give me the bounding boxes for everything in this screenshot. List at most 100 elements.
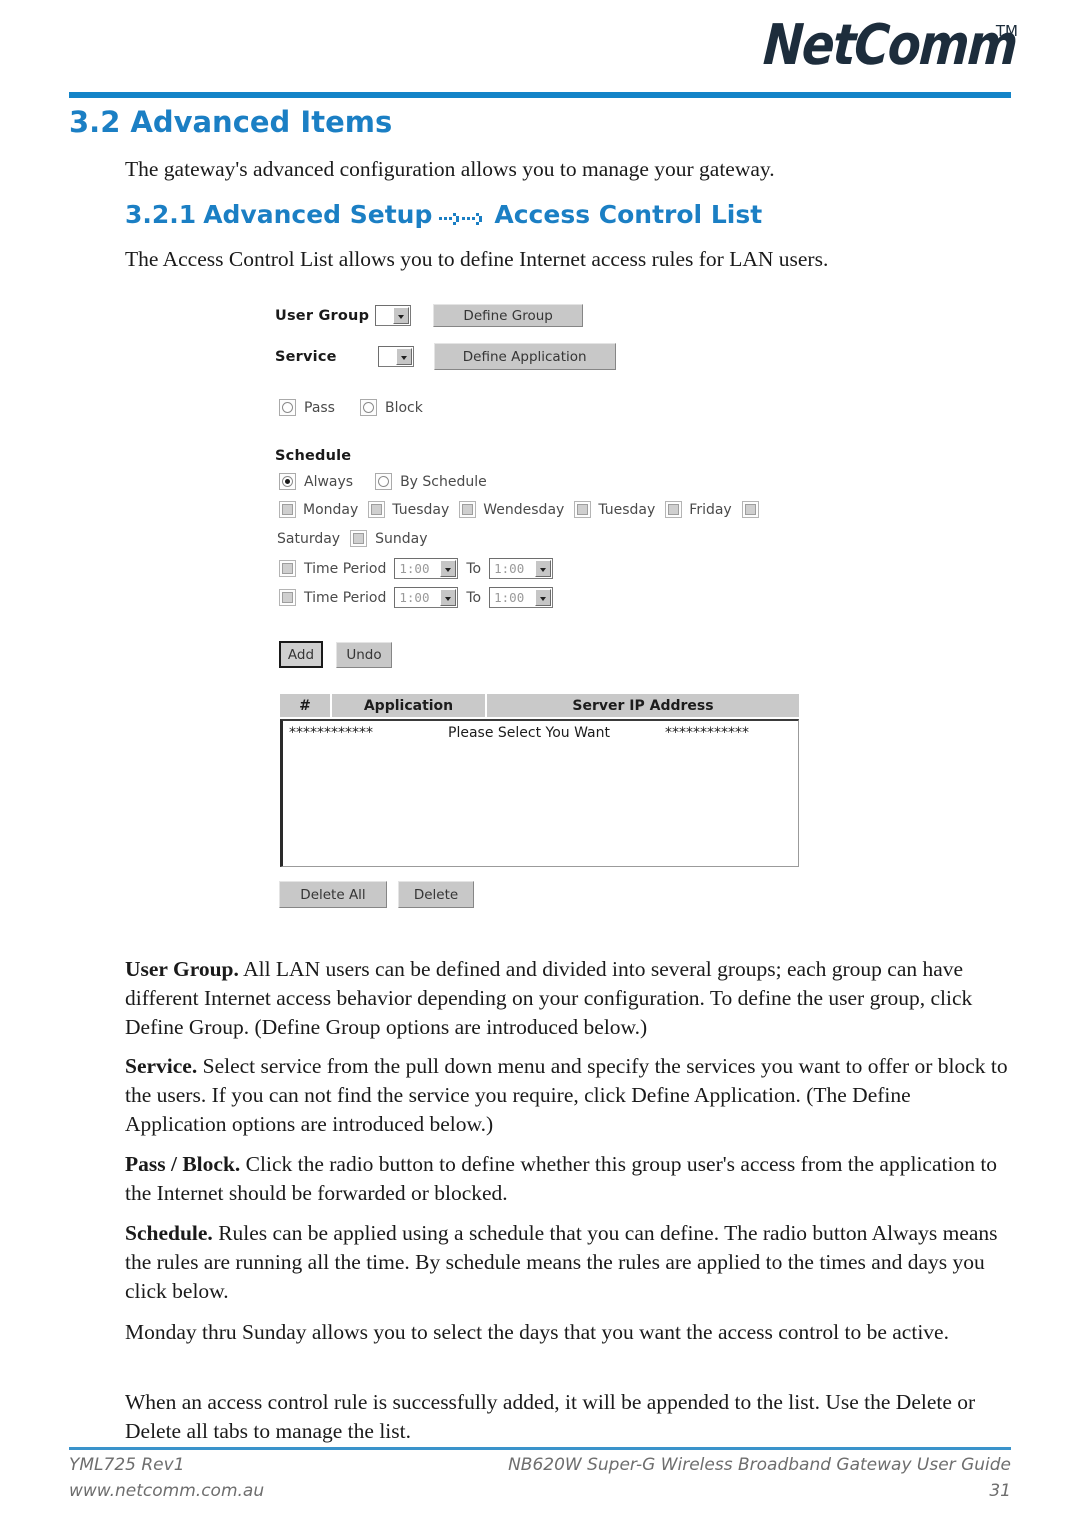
schedule-label: Schedule	[275, 448, 352, 464]
day-checkbox-tuesday[interactable]	[368, 501, 386, 518]
day-checkbox-monday[interactable]	[279, 501, 296, 518]
paragraph-user-group: User Group. All LAN users can be defined…	[125, 955, 1015, 1042]
paragraph-service: Service. Select service from the pull do…	[125, 1052, 1015, 1139]
paragraph-pass-block: Pass / Block. Click the radio button to …	[125, 1150, 1015, 1208]
day-checkbox-thursday[interactable]	[574, 501, 592, 518]
time-period-2-label: Time Period	[304, 589, 387, 606]
day-label-tuesday: Tuesday	[392, 501, 450, 518]
column-header-application: Application	[332, 694, 487, 717]
paragraph-schedule-text: Rules can be applied using a schedule th…	[125, 1221, 998, 1303]
day-label-friday: Friday	[689, 501, 732, 518]
subsection-intro: The Access Control List allows you to de…	[125, 247, 829, 271]
paragraph-pass-block-lead: Pass / Block.	[125, 1152, 241, 1176]
acl-placeholder-right: ************	[665, 725, 749, 741]
day-label-thursday: Tuesday	[598, 501, 656, 518]
schedule-mode-row: Always By Schedule	[279, 473, 487, 490]
acl-placeholder-center: Please Select You Want	[448, 725, 610, 741]
block-label: Block	[384, 399, 423, 416]
user-group-row: User Group Define Group	[275, 304, 584, 327]
pass-label: Pass	[304, 399, 335, 416]
undo-button[interactable]: Undo	[336, 641, 392, 668]
subsection-title-right: Access Control List	[494, 200, 763, 229]
chevron-down-icon	[393, 307, 410, 324]
delete-buttons-row: Delete All Delete	[279, 881, 474, 908]
pass-block-row: Pass Block	[279, 399, 423, 416]
time-from-1-select[interactable]: 1:00	[394, 558, 459, 579]
define-group-button[interactable]: Define Group	[433, 304, 584, 327]
block-radio[interactable]	[359, 399, 377, 416]
user-group-select[interactable]	[375, 305, 412, 326]
day-label-monday: Monday	[303, 501, 359, 518]
chevron-down-icon	[440, 560, 457, 577]
time-to-1-select[interactable]: 1:00	[489, 558, 554, 579]
chevron-down-icon	[440, 589, 457, 606]
time-period-row-2: Time Period 1:00 To 1:00	[279, 587, 554, 608]
day-checkbox-wednesday[interactable]	[459, 501, 477, 518]
time-from-2-value: 1:00	[399, 590, 430, 605]
paragraph-schedule: Schedule. Rules can be applied using a s…	[125, 1219, 1015, 1306]
time-to-2-value: 1:00	[494, 590, 525, 605]
paragraph-list: When an access control rule is successfu…	[125, 1390, 976, 1443]
netcomm-logo: NetComm	[761, 13, 1019, 78]
paragraph-pass-block-text: Click the radio button to define whether…	[125, 1152, 998, 1205]
service-select[interactable]	[377, 346, 414, 367]
footer-rule	[69, 1447, 1011, 1450]
footer-doc-code: YML725 Rev1	[69, 1455, 185, 1475]
user-group-label: User Group	[275, 307, 370, 324]
section-number: 3.2	[69, 105, 121, 139]
acl-table-header: # Application Server IP Address	[280, 694, 799, 717]
column-header-server-ip: Server IP Address	[572, 697, 714, 714]
days-row-2: Saturday Sunday	[277, 530, 427, 547]
time-period-1-label: Time Period	[304, 560, 387, 577]
access-control-list-screenshot: User Group Define Group Service Define A…	[275, 296, 815, 916]
subsection-title: 3.2.1 Advanced Setup Access Control List	[125, 200, 762, 229]
always-radio[interactable]	[279, 473, 296, 490]
footer-page-number: 31	[989, 1481, 1011, 1501]
to-label-2: To	[466, 589, 482, 606]
day-checkbox-friday[interactable]	[665, 501, 683, 518]
time-period-row-1: Time Period 1:00 To 1:00	[279, 558, 554, 579]
always-label: Always	[304, 473, 354, 490]
day-checkbox-sunday[interactable]	[350, 530, 368, 547]
paragraph-user-group-lead: User Group.	[125, 957, 239, 981]
add-button[interactable]: Add	[279, 641, 323, 668]
by-schedule-radio[interactable]	[375, 473, 393, 490]
pass-radio[interactable]	[279, 399, 296, 416]
define-application-button[interactable]: Define Application	[433, 343, 616, 370]
time-period-1-checkbox[interactable]	[279, 560, 296, 577]
time-to-2-select[interactable]: 1:00	[489, 587, 554, 608]
days-row-1: Monday Tuesday Wendesday Tuesday Friday	[279, 501, 759, 518]
acl-list-box[interactable]: ************ Please Select You Want ****…	[280, 719, 799, 867]
delete-all-button[interactable]: Delete All	[279, 881, 387, 908]
day-checkbox-saturday[interactable]	[741, 501, 759, 518]
day-label-saturday: Saturday	[277, 530, 341, 547]
footer-website: www.netcomm.com.au	[69, 1481, 265, 1501]
schedule-heading: Schedule	[275, 448, 351, 464]
time-period-2-checkbox[interactable]	[279, 589, 296, 606]
trademark-symbol: TM	[995, 22, 1018, 40]
to-label-1: To	[466, 560, 482, 577]
dotted-arrow-icon	[439, 206, 487, 228]
time-to-1-value: 1:00	[494, 561, 525, 576]
day-label-sunday: Sunday	[375, 530, 428, 547]
section-intro: The gateway's advanced configuration all…	[125, 157, 775, 181]
footer-product: NB620W Super-G Wireless Broadband Gatewa…	[508, 1455, 1011, 1475]
paragraph-service-lead: Service.	[125, 1054, 198, 1078]
page-header: NetComm TM	[0, 0, 1080, 100]
time-from-2-select[interactable]: 1:00	[394, 587, 459, 608]
subsection-title-left: Advanced Setup	[203, 200, 433, 229]
chevron-down-icon	[535, 560, 552, 577]
section-title: Advanced Items	[130, 105, 393, 139]
service-row: Service Define Application	[275, 343, 616, 370]
delete-button[interactable]: Delete	[398, 881, 474, 908]
action-buttons-row: Add Undo	[279, 641, 392, 668]
time-from-1-value: 1:00	[399, 561, 430, 576]
header-rule	[69, 92, 1011, 98]
column-header-index: #	[280, 694, 332, 717]
acl-placeholder-left: ************	[289, 725, 373, 741]
paragraph-service-text: Select service from the pull down menu a…	[125, 1054, 1008, 1136]
chevron-down-icon	[535, 589, 552, 606]
by-schedule-label: By Schedule	[400, 473, 487, 490]
day-label-wednesday: Wendesday	[483, 501, 565, 518]
page-title: 3.2 Advanced Items	[69, 105, 392, 139]
